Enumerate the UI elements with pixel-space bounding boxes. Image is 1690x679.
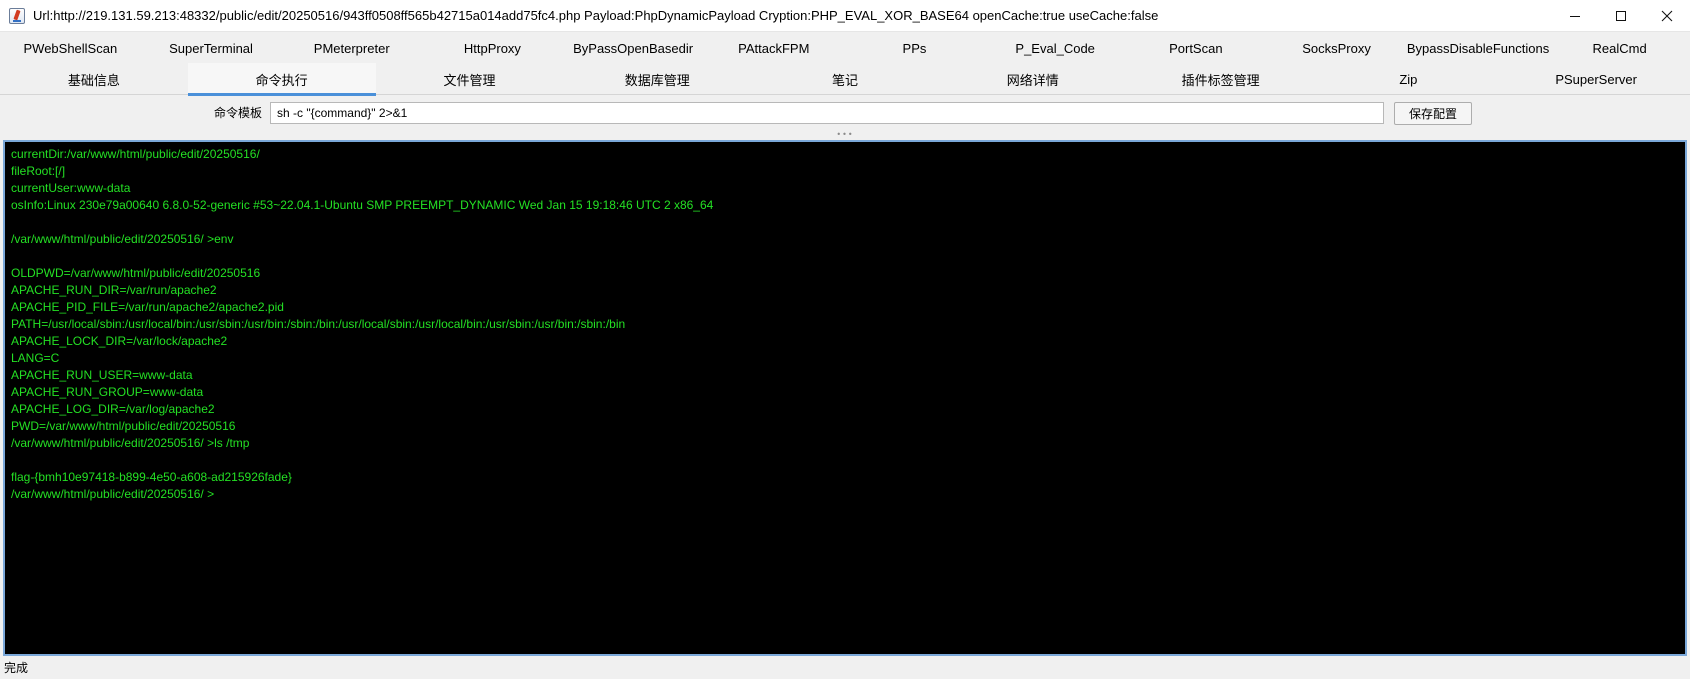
terminal-line: APACHE_LOCK_DIR=/var/lock/apache2: [11, 334, 228, 348]
terminal-line: fileRoot:[/]: [11, 164, 66, 178]
status-bar: 完成: [0, 658, 1690, 679]
window-controls: [1552, 0, 1690, 32]
maximize-icon: [1616, 10, 1626, 21]
tab-bypassdisablefunctions[interactable]: BypassDisableFunctions: [1407, 33, 1549, 63]
tab-p-eval-code[interactable]: P_Eval_Code: [985, 33, 1126, 63]
close-icon: [1661, 10, 1673, 21]
terminal-line: APACHE_RUN_USER=www-data: [11, 368, 193, 382]
terminal-output[interactable]: currentDir:/var/www/html/public/edit/202…: [3, 140, 1687, 656]
terminal-line: OLDPWD=/var/www/html/public/edit/2025051…: [11, 266, 261, 280]
terminal-line: /var/www/html/public/edit/20250516/ >env: [11, 232, 234, 246]
title-bar: Url:http://219.131.59.213:48332/public/e…: [0, 0, 1690, 32]
tab-notes[interactable]: 笔记: [751, 63, 939, 95]
tab-bypassopenbasedir[interactable]: ByPassOpenBasedir: [563, 33, 704, 63]
tab-pattackfpm[interactable]: PAttackFPM: [703, 33, 844, 63]
terminal-line: currentUser:www-data: [11, 181, 131, 195]
minimize-icon: [1570, 15, 1580, 17]
terminal-line: flag-{bmh10e97418-b899-4e50-a608-ad21592…: [11, 470, 292, 484]
tab-database-manager[interactable]: 数据库管理: [563, 63, 751, 95]
command-template-bar: 命令模板 保存配置: [0, 96, 1690, 130]
tab-network-details[interactable]: 网络详情: [939, 63, 1127, 95]
tab-psuperserver[interactable]: PSuperServer: [1502, 63, 1690, 95]
save-config-button[interactable]: 保存配置: [1394, 102, 1472, 125]
terminal-line: APACHE_LOG_DIR=/var/log/apache2: [11, 402, 215, 416]
pane-splitter[interactable]: •••: [0, 130, 1690, 140]
tab-zip[interactable]: Zip: [1314, 63, 1502, 95]
terminal-line: APACHE_RUN_DIR=/var/run/apache2: [11, 283, 217, 297]
tab-realcmd[interactable]: RealCmd: [1549, 33, 1690, 63]
terminal-line: APACHE_RUN_GROUP=www-data: [11, 385, 204, 399]
status-text: 完成: [4, 661, 29, 675]
terminal-prompt: /var/www/html/public/edit/20250516/ >: [11, 487, 215, 501]
terminal-line: APACHE_PID_FILE=/var/run/apache2/apache2…: [11, 300, 284, 314]
terminal-line: currentDir:/var/www/html/public/edit/202…: [11, 147, 260, 161]
maximize-button[interactable]: [1598, 0, 1644, 32]
terminal-line: PWD=/var/www/html/public/edit/20250516: [11, 419, 236, 433]
plugin-tab-bar: PWebShellScan SuperTerminal PMeterpreter…: [0, 33, 1690, 63]
tab-pmeterpreter[interactable]: PMeterpreter: [281, 33, 422, 63]
tab-file-manager[interactable]: 文件管理: [376, 63, 564, 95]
tab-pps[interactable]: PPs: [844, 33, 985, 63]
command-template-label: 命令模板: [214, 106, 263, 120]
terminal-line: osInfo:Linux 230e79a00640 6.8.0-52-gener…: [11, 198, 714, 212]
tab-httpproxy[interactable]: HttpProxy: [422, 33, 563, 63]
terminal-line: PATH=/usr/local/sbin:/usr/local/bin:/usr…: [11, 317, 626, 331]
tab-plugin-tag-manager[interactable]: 插件标签管理: [1127, 63, 1315, 95]
command-template-input[interactable]: [270, 102, 1384, 124]
tab-socksproxy[interactable]: SocksProxy: [1266, 33, 1407, 63]
window-title: Url:http://219.131.59.213:48332/public/e…: [33, 8, 1159, 23]
terminal-line: /var/www/html/public/edit/20250516/ >ls …: [11, 436, 250, 450]
tab-command-exec[interactable]: 命令执行: [187, 63, 376, 96]
tab-superterminal[interactable]: SuperTerminal: [141, 33, 282, 63]
close-button[interactable]: [1644, 0, 1690, 32]
minimize-button[interactable]: [1552, 0, 1598, 32]
function-tab-bar: 基础信息 命令执行 文件管理 数据库管理 笔记 网络详情 插件标签管理 Zip …: [0, 63, 1690, 96]
tab-pwebshellscan[interactable]: PWebShellScan: [0, 33, 141, 63]
tab-basic-info[interactable]: 基础信息: [0, 63, 188, 95]
tab-portscan[interactable]: PortScan: [1126, 33, 1267, 63]
grip-dots-icon: •••: [836, 130, 854, 139]
terminal-line: LANG=C: [11, 351, 60, 365]
java-app-icon: [9, 7, 25, 24]
